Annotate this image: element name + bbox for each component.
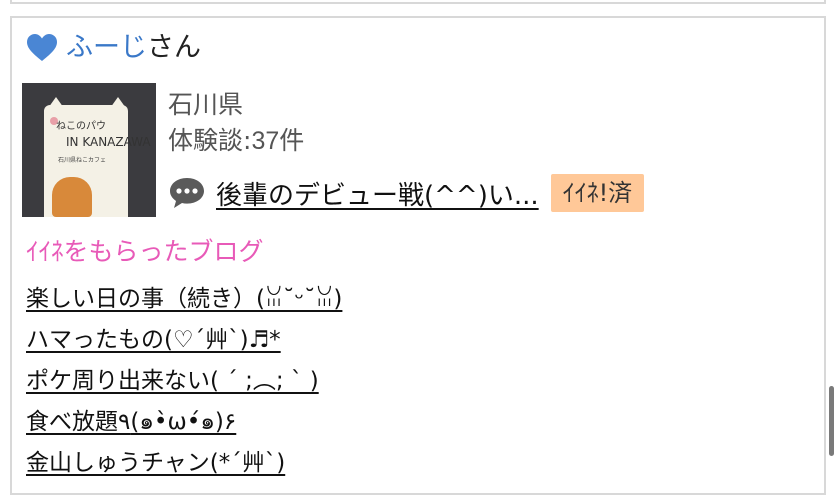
latest-post-link[interactable]: 後輩のデビュー戦(^^)い...	[216, 175, 539, 212]
thumbnail-title-small: ねこのパウ	[56, 121, 106, 132]
section-title: ｲｲﾈをもらったブログ	[26, 237, 264, 266]
scrollbar[interactable]	[829, 386, 834, 456]
experience-number: 37件	[251, 127, 305, 155]
blog-link[interactable]: 楽しい日の事（続き）(ꈍ˘ᵕ˘ꈍ)	[26, 280, 342, 321]
heart-icon	[26, 33, 58, 63]
blog-link[interactable]: ポケ周り出来ない( ´ ;︵; ` )	[26, 362, 342, 403]
blog-list: 楽しい日の事（続き）(ꈍ˘ᵕ˘ꈍ) ハマったもの(♡´艸`)♬* ポケ周り出来な…	[26, 280, 342, 485]
user-thumbnail[interactable]: ねこのパウ IN KANAZAWA 石川県ねこカフェ	[22, 83, 156, 217]
previous-card	[10, 0, 826, 4]
blog-link[interactable]: ハマったもの(♡´艸`)♬*	[26, 321, 342, 362]
latest-post-row: 後輩のデビュー戦(^^)い... ｲｲﾈ!済	[168, 172, 645, 214]
username-link[interactable]: ふーじ	[66, 30, 147, 66]
blog-link[interactable]: 食べ放題٩(๑•̀ω•́๑)۶	[26, 403, 342, 444]
username-suffix: さん	[147, 32, 201, 63]
blog-link[interactable]: 金山しゅうチャン(*´艸`)	[26, 444, 342, 485]
user-card: ふーじ さん ねこのパウ IN KANAZAWA 石川県ねこカフェ 石川県 体験…	[10, 16, 826, 495]
speech-bubble-icon	[168, 176, 206, 210]
card-header: ふーじ さん	[26, 30, 201, 66]
prefecture: 石川県	[168, 90, 244, 119]
iine-done-badge: ｲｲﾈ!済	[550, 174, 645, 212]
experience-label: 体験談:	[168, 126, 252, 155]
cat-illustration	[52, 177, 92, 217]
thumbnail-subtitle: 石川県ねこカフェ	[58, 157, 107, 164]
experience-count: 体験談:37件	[168, 124, 304, 158]
thumbnail-title-big: IN KANAZAWA	[66, 135, 151, 149]
